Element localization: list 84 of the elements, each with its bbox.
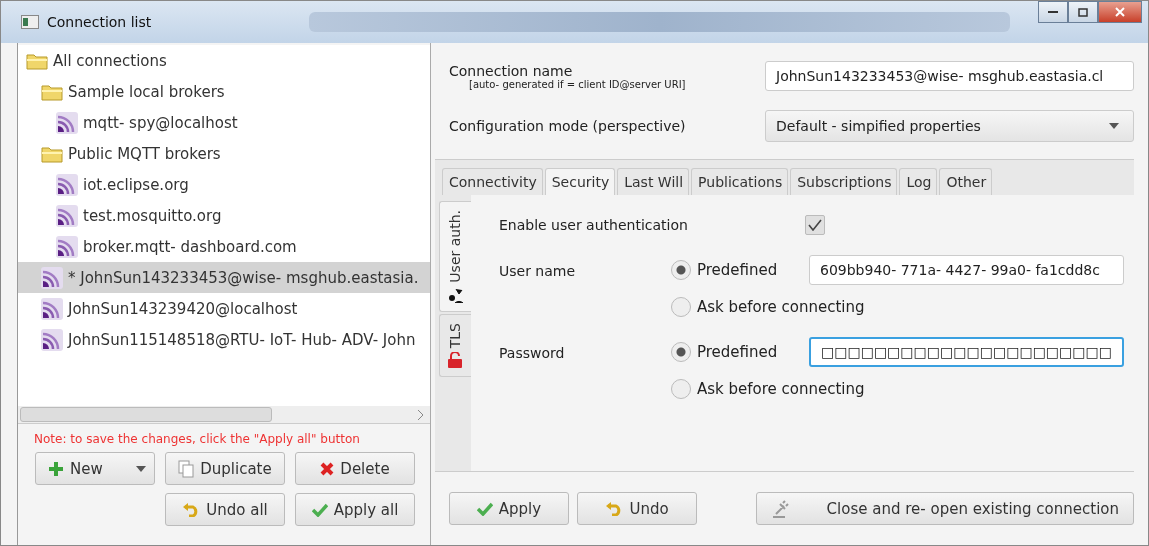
action-button[interactable]: Undo — [577, 492, 697, 525]
window-title: Connection list — [47, 14, 152, 30]
scrollbar-thumb[interactable] — [20, 407, 272, 422]
signal-waves-icon — [56, 235, 78, 258]
tree-item[interactable]: All connections — [18, 45, 430, 76]
tab[interactable]: Subscriptions — [790, 168, 898, 195]
tree-item[interactable]: JohnSun143239420@localhost — [18, 293, 430, 324]
dropdown-arrow-icon — [1109, 123, 1119, 129]
field-label: Password — [499, 344, 566, 363]
horizontal-scrollbar[interactable] — [18, 406, 430, 423]
dropdown-arrow-icon[interactable] — [136, 465, 146, 472]
tree-item[interactable]: iot.eclipse.org — [18, 169, 430, 200]
minimize-button[interactable] — [1038, 1, 1068, 23]
tree-item[interactable]: mqtt- spy@localhost — [18, 107, 430, 138]
users-icon — [447, 286, 464, 303]
copy-icon — [178, 459, 195, 478]
checkmark-icon — [476, 501, 493, 516]
tab[interactable]: Connectivity — [442, 168, 543, 195]
radio-button[interactable]: Ask before connecting — [671, 296, 865, 317]
signal-waves-icon — [56, 204, 78, 227]
password-field[interactable]: □□□□□□□□□□□□□□□□□□□□□□ — [809, 336, 1124, 367]
tree-item[interactable]: Public MQTT brokers — [18, 138, 430, 169]
close-button[interactable] — [1098, 1, 1142, 23]
window-icon — [21, 15, 39, 29]
tree-item-label: JohnSun115148518@RTU- IoT- Hub- ADV- John — [68, 330, 416, 349]
maximize-icon — [1078, 7, 1088, 17]
configuration-mode-label: Configuration mode (perspective) — [449, 118, 687, 134]
configuration-mode-dropdown[interactable]: Default - simpified properties — [765, 110, 1134, 142]
checkmark-icon — [808, 219, 822, 231]
tab[interactable]: Security — [544, 168, 616, 195]
text-field[interactable]: 609bb940- 771a- 4427- 99a0- fa1cdd8c — [809, 254, 1124, 285]
connection-name-label: Connection name — [449, 62, 574, 79]
radio-button[interactable]: Predefined — [671, 341, 809, 362]
radio-button[interactable]: Predefined — [671, 259, 809, 280]
signal-waves-icon — [41, 297, 63, 320]
tree-item-label: * JohnSun143233453@wise- msghub.eastasia. — [68, 268, 419, 287]
note-text: Note: to save the changes, click the "Apply all" button — [33, 431, 361, 448]
folder-icon — [41, 144, 63, 163]
signal-waves-icon — [56, 111, 78, 134]
action-button[interactable]: Duplicate — [165, 452, 285, 485]
tree-item[interactable]: JohnSun115148518@RTU- IoT- Hub- ADV- John — [18, 324, 430, 355]
action-button[interactable]: New — [35, 452, 155, 485]
tree-item-label: Sample local brokers — [68, 82, 225, 101]
action-button[interactable]: Delete — [295, 452, 415, 485]
radio-button[interactable]: Ask before connecting — [671, 378, 865, 399]
chevron-right-icon[interactable] — [416, 408, 424, 421]
signal-waves-icon — [41, 328, 63, 351]
enable-authentication-label: Enable user authentication — [499, 217, 689, 233]
tree-item[interactable]: Sample local brokers — [18, 76, 430, 107]
tree-item[interactable]: * JohnSun143233453@wise- msghub.eastasia. — [18, 262, 430, 293]
minimize-icon — [1048, 10, 1058, 14]
plus-icon — [48, 460, 64, 477]
tree-item-label: iot.eclipse.org — [83, 175, 189, 194]
tree-item-label: test.mosquitto.org — [83, 206, 222, 225]
tree-item[interactable]: broker.mqtt- dashboard.com — [18, 231, 430, 262]
checkbox[interactable] — [805, 215, 825, 235]
side-tab[interactable]: User auth. — [439, 201, 471, 312]
field-label: User name — [499, 262, 577, 281]
connection-name-hint: [auto- generated if = client ID@server URI] — [468, 78, 687, 90]
action-button[interactable]: Close and re- open existing connection — [755, 492, 1134, 525]
tab[interactable]: Other — [939, 168, 993, 195]
side-tab[interactable]: TLS — [439, 313, 471, 377]
action-button[interactable]: Apply all — [295, 493, 415, 526]
action-button[interactable]: Apply — [449, 492, 569, 525]
signal-waves-icon — [56, 173, 78, 196]
tree-item-label: All connections — [53, 51, 167, 70]
tree-item-label: mqtt- spy@localhost — [83, 113, 238, 132]
cross-icon — [320, 461, 335, 476]
folder-icon — [26, 51, 48, 70]
close-icon — [1115, 7, 1125, 17]
checkmark-icon — [311, 502, 328, 517]
tree-item[interactable]: test.mosquitto.org — [18, 200, 430, 231]
tree-item-label: Public MQTT brokers — [68, 144, 221, 163]
connection-name-field[interactable]: JohnSun143233453@wise- msghub.eastasia.cl — [765, 61, 1134, 91]
maximize-button[interactable] — [1068, 1, 1098, 23]
tree-item-label: JohnSun143239420@localhost — [68, 299, 298, 318]
tree-item-label: broker.mqtt- dashboard.com — [83, 237, 297, 256]
folder-icon — [41, 82, 63, 101]
tab[interactable]: Log — [899, 168, 938, 195]
signal-waves-icon — [41, 266, 63, 289]
tab[interactable]: Publications — [691, 168, 789, 195]
tab[interactable]: Last Will — [617, 168, 690, 195]
padlock-icon — [447, 351, 464, 368]
action-button[interactable]: Undo all — [165, 493, 285, 526]
